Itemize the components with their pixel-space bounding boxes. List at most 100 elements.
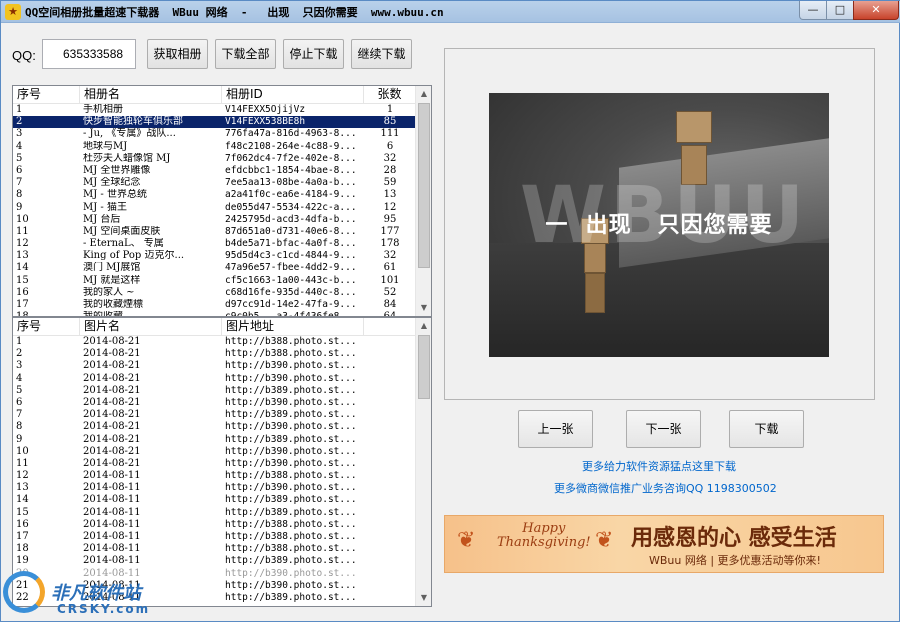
- download-image-button[interactable]: 下载: [729, 410, 804, 448]
- next-image-button[interactable]: 下一张: [626, 410, 701, 448]
- photo-scrollbar[interactable]: ▲ ▼: [415, 318, 431, 606]
- scroll-thumb[interactable]: [418, 335, 430, 399]
- continue-download-button[interactable]: 继续下载: [351, 39, 412, 69]
- photo-row[interactable]: 10 2014-08-21 http://b390.photo.st...: [13, 446, 416, 458]
- photo-row[interactable]: 14 2014-08-11 http://b389.photo.st...: [13, 494, 416, 506]
- album-row[interactable]: 15 MJ 就是这样 cf5c1663-1a00-443c-b... 101: [13, 275, 416, 287]
- column-header-count[interactable]: 张数: [364, 86, 416, 104]
- column-header-album-name[interactable]: 相册名: [80, 86, 222, 104]
- album-row[interactable]: 4 地球与MJ f48c2108-264e-4c88-9... 6: [13, 141, 416, 153]
- scroll-down-icon[interactable]: ▼: [416, 300, 431, 316]
- stop-download-button[interactable]: 停止下载: [283, 39, 344, 69]
- album-row-name: 我的收藏煙標: [83, 299, 143, 310]
- album-row-number: 3: [16, 128, 23, 140]
- album-row-id: V14FEXX5OjijVz: [225, 104, 306, 115]
- photo-row[interactable]: 6 2014-08-21 http://b390.photo.st...: [13, 397, 416, 409]
- album-row-count: 101: [380, 274, 400, 286]
- photo-row[interactable]: 9 2014-08-21 http://b389.photo.st...: [13, 434, 416, 446]
- photo-row[interactable]: 17 2014-08-11 http://b388.photo.st...: [13, 531, 416, 543]
- photo-row[interactable]: 7 2014-08-21 http://b389.photo.st...: [13, 409, 416, 421]
- album-row[interactable]: 7 MJ 全球纪念 7ee5aa13-08be-4a0a-b... 59: [13, 177, 416, 189]
- album-row[interactable]: 1 手机相册 V14FEXX5OjijVz 1: [13, 104, 416, 116]
- column-header-photo-name[interactable]: 图片名: [80, 318, 222, 336]
- photo-row[interactable]: 15 2014-08-11 http://b389.photo.st...: [13, 507, 416, 519]
- album-row[interactable]: 6 MJ 全世界雕像 efdcbbc1-1854-4bae-8... 28: [13, 165, 416, 177]
- maximize-button[interactable]: □: [826, 1, 854, 20]
- album-row[interactable]: 17 我的收藏煙標 d97cc91d-14e2-47fa-9... 84: [13, 299, 416, 311]
- album-row-name: - EternaL、 专属: [83, 238, 164, 250]
- album-row[interactable]: 9 MJ - 猫王 de055d47-5534-422c-a... 12: [13, 202, 416, 214]
- album-row-number: 1: [16, 104, 23, 115]
- column-header-photo-url[interactable]: 图片地址: [222, 318, 364, 336]
- album-row-count: 95: [383, 213, 397, 225]
- album-row[interactable]: 16 我的家人 ~ c68d16fe-935d-440c-8... 52: [13, 287, 416, 299]
- column-header-empty[interactable]: [364, 318, 416, 336]
- photo-row-number: 14: [16, 494, 29, 506]
- scroll-thumb[interactable]: [418, 103, 430, 268]
- photo-row[interactable]: 3 2014-08-21 http://b390.photo.st...: [13, 360, 416, 372]
- photo-row[interactable]: 11 2014-08-21 http://b390.photo.st...: [13, 458, 416, 470]
- photo-row[interactable]: 2 2014-08-21 http://b388.photo.st...: [13, 348, 416, 360]
- album-row[interactable]: 10 MJ 台后 2425795d-acd3-4dfa-b... 95: [13, 214, 416, 226]
- album-row[interactable]: 11 MJ 空间桌面皮肤 87d651a0-d731-40e6-8... 177: [13, 226, 416, 238]
- ad-contact-link[interactable]: 更多微商微信推广业务咨询QQ 1198300502: [554, 480, 777, 496]
- photo-row-name: 2014-08-11: [83, 555, 141, 567]
- qq-number-input[interactable]: 635333588: [42, 39, 136, 69]
- photo-row-number: 11: [16, 457, 29, 469]
- album-row[interactable]: 2 快步智能独轮车俱乐部 V14FEXX538BE8h 85: [13, 116, 416, 129]
- preview-image[interactable]: WBUU 一 出现 只因您需要: [489, 93, 829, 357]
- album-row[interactable]: 5 杜莎夫人蜡像馆 MJ 7f062dc4-7f2e-402e-8... 32: [13, 153, 416, 165]
- photo-row[interactable]: 5 2014-08-21 http://b389.photo.st...: [13, 385, 416, 397]
- preview-slogan: 一 出现 只因您需要: [545, 213, 773, 238]
- photo-row[interactable]: 12 2014-08-11 http://b388.photo.st...: [13, 470, 416, 482]
- photo-row[interactable]: 19 2014-08-11 http://b389.photo.st...: [13, 555, 416, 567]
- leaf-icon: ❦: [595, 528, 614, 553]
- title-bar[interactable]: ★ QQ空间相册批量超速下载器 WBuu 网络 - 出现 只因你需要 www.w…: [1, 1, 900, 23]
- photo-list[interactable]: 序号 图片名 图片地址 1 2014-08-21 http://b388.photo…: [12, 317, 432, 607]
- software-download-link[interactable]: 更多给力软件资源猛点这里下载: [582, 458, 736, 474]
- photo-row-url: http://b389.photo.st...: [225, 433, 357, 445]
- column-header-number[interactable]: 序号: [13, 318, 80, 336]
- close-button[interactable]: ✕: [853, 1, 899, 20]
- photo-list-header: 序号 图片名 图片地址: [13, 318, 416, 336]
- minimize-button[interactable]: —: [799, 1, 827, 20]
- album-row[interactable]: 3 - Ju, 《专属》战队... 776fa47a-816d-4963-8... 1…: [13, 128, 416, 140]
- album-row-count: 32: [383, 250, 397, 262]
- album-row-count: 61: [383, 262, 397, 274]
- album-row-name: MJ 就是这样: [83, 274, 141, 286]
- download-all-button[interactable]: 下载全部: [215, 39, 276, 69]
- prev-image-button[interactable]: 上一张: [518, 410, 593, 448]
- scroll-down-icon[interactable]: ▼: [416, 590, 431, 606]
- photo-row[interactable]: 8 2014-08-21 http://b390.photo.st...: [13, 421, 416, 433]
- photo-row-number: 9: [16, 433, 23, 445]
- photo-row-name: 2014-08-11: [83, 518, 141, 530]
- album-row-id: V14FEXX538BE8h: [225, 116, 306, 128]
- thanksgiving-banner[interactable]: ❦ ❦ Happy Thanksgiving! 用感恩的心 感受生活 WBuu …: [444, 515, 884, 573]
- photo-row[interactable]: 16 2014-08-11 http://b388.photo.st...: [13, 519, 416, 531]
- column-header-album-id[interactable]: 相册ID: [222, 86, 364, 104]
- photo-row-url: http://b389.photo.st...: [225, 506, 357, 518]
- album-row-id: cf5c1663-1a00-443c-b...: [225, 274, 357, 286]
- photo-row[interactable]: 13 2014-08-11 http://b390.photo.st...: [13, 482, 416, 494]
- album-row[interactable]: 13 King of Pop 迈克尔... 95d5d4c3-c1cd-4844-9…: [13, 250, 416, 262]
- album-row[interactable]: 8 MJ - 世界总统 a2a41f0c-ea6e-4184-9... 13: [13, 189, 416, 201]
- photo-row-url: http://b389.photo.st...: [225, 409, 357, 421]
- photo-row-number: 10: [16, 445, 29, 457]
- album-row[interactable]: 14 澳门 MJ展馆 47a96e57-fbee-4dd2-9... 61: [13, 262, 416, 274]
- album-scrollbar[interactable]: ▲ ▼: [415, 86, 431, 316]
- album-row-name: MJ - 世界总统: [83, 189, 147, 201]
- photo-row[interactable]: 18 2014-08-11 http://b388.photo.st...: [13, 543, 416, 555]
- album-list[interactable]: 序号 相册名 相册ID 张数 1 手机相册 V14FEXX5OjijVz 1 2 快步智能…: [12, 85, 432, 317]
- scroll-up-icon[interactable]: ▲: [416, 86, 431, 102]
- photo-row-url: http://b390.photo.st...: [225, 396, 357, 408]
- column-header-number[interactable]: 序号: [13, 86, 80, 104]
- album-row[interactable]: 12 - EternaL、 专属 b4de5a71-bfac-4a0f-8... 17…: [13, 238, 416, 250]
- album-row-id: 47a96e57-fbee-4dd2-9...: [225, 262, 357, 274]
- photo-row[interactable]: 1 2014-08-21 http://b388.photo.st...: [13, 336, 416, 348]
- album-row-name: 澳门 MJ展馆: [83, 262, 141, 274]
- scroll-up-icon[interactable]: ▲: [416, 318, 431, 334]
- photo-row-url: http://b390.photo.st...: [225, 482, 357, 494]
- photo-row[interactable]: 4 2014-08-21 http://b390.photo.st...: [13, 373, 416, 385]
- get-albums-button[interactable]: 获取相册: [147, 39, 208, 69]
- photo-row-name: 2014-08-11: [83, 531, 141, 542]
